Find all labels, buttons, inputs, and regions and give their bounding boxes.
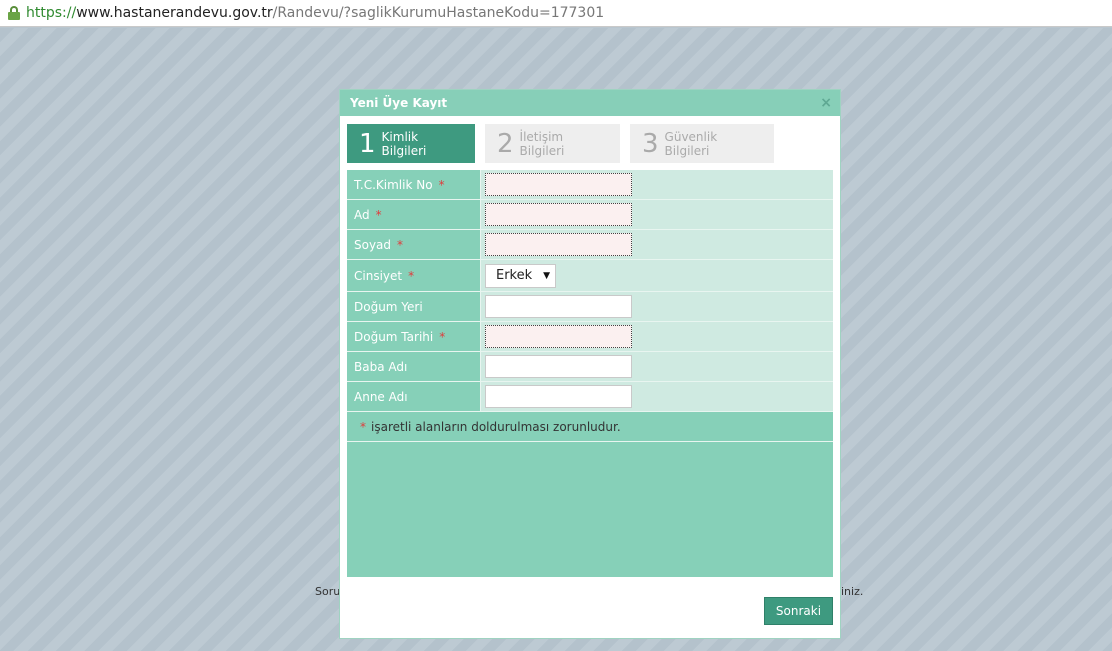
form-row-ad: Ad * [347, 200, 833, 230]
required-mark: * [360, 419, 366, 434]
background-text-right: iniz. [841, 585, 864, 598]
step-number: 2 [497, 128, 514, 159]
anne-adi-input[interactable] [485, 385, 632, 408]
field-label: T.C.Kimlik No * [347, 170, 481, 199]
required-mark: * [375, 207, 382, 222]
browser-address-bar[interactable]: https://www.hastanerandevu.gov.tr/Randev… [0, 0, 1112, 27]
field-label: Anne Adı [347, 382, 481, 411]
background-text-left: Soru [315, 585, 341, 598]
step-identity[interactable]: 1 Kimlik Bilgileri [347, 124, 475, 163]
form-empty-area [347, 442, 833, 577]
form-row-cinsiyet: Cinsiyet * Erkek ▼ [347, 260, 833, 292]
required-fields-notice: * işaretli alanların doldurulması zorunl… [347, 412, 833, 442]
dogum-tarihi-input[interactable] [485, 325, 632, 348]
form-row-baba-adi: Baba Adı [347, 352, 833, 382]
required-mark: * [439, 329, 446, 344]
field-label: Baba Adı [347, 352, 481, 381]
field-label: Ad * [347, 200, 481, 229]
identity-form: T.C.Kimlik No * Ad * Soyad * Cinsiyet * Erke… [347, 170, 833, 577]
form-row-dogum-yeri: Doğum Yeri [347, 292, 833, 322]
registration-modal: Yeni Üye Kayıt × 1 Kimlik Bilgileri 2 İl… [339, 89, 841, 639]
next-button[interactable]: Sonraki [764, 597, 833, 625]
cinsiyet-selected-value: Erkek [496, 268, 533, 283]
step-number: 1 [359, 128, 376, 159]
baba-adi-input[interactable] [485, 355, 632, 378]
form-row-anne-adi: Anne Adı [347, 382, 833, 412]
field-label: Doğum Tarihi * [347, 322, 481, 351]
field-label: Soyad * [347, 230, 481, 259]
required-mark: * [397, 237, 404, 252]
modal-title: Yeni Üye Kayıt [350, 96, 448, 110]
required-mark: * [438, 177, 445, 192]
form-row-soyad: Soyad * [347, 230, 833, 260]
close-icon[interactable]: × [820, 96, 832, 110]
field-label: Cinsiyet * [347, 260, 481, 291]
form-row-dogum-tarihi: Doğum Tarihi * [347, 322, 833, 352]
soyad-input[interactable] [485, 233, 632, 256]
cinsiyet-select[interactable]: Erkek ▼ [485, 263, 556, 288]
step-number: 3 [642, 128, 659, 159]
step-label: Kimlik Bilgileri [381, 129, 427, 158]
wizard-steps: 1 Kimlik Bilgileri 2 İletişim Bilgileri … [340, 116, 840, 164]
required-mark: * [408, 268, 415, 283]
step-security[interactable]: 3 Güvenlik Bilgileri [630, 124, 774, 163]
notice-text: işaretli alanların doldurulması zorunlud… [371, 419, 621, 434]
dogum-yeri-input[interactable] [485, 295, 632, 318]
tc-kimlik-no-input[interactable] [485, 173, 632, 196]
step-contact[interactable]: 2 İletişim Bilgileri [485, 124, 620, 163]
step-label: Güvenlik Bilgileri [664, 129, 718, 158]
lock-icon [8, 6, 20, 20]
dropdown-arrow-icon: ▼ [543, 270, 550, 281]
field-label: Doğum Yeri [347, 292, 481, 321]
ad-input[interactable] [485, 203, 632, 226]
form-row-tc-kimlik-no: T.C.Kimlik No * [347, 170, 833, 200]
modal-header: Yeni Üye Kayıt × [340, 90, 840, 116]
url-text[interactable]: https://www.hastanerandevu.gov.tr/Randev… [26, 5, 604, 21]
step-label: İletişim Bilgileri [519, 129, 565, 158]
